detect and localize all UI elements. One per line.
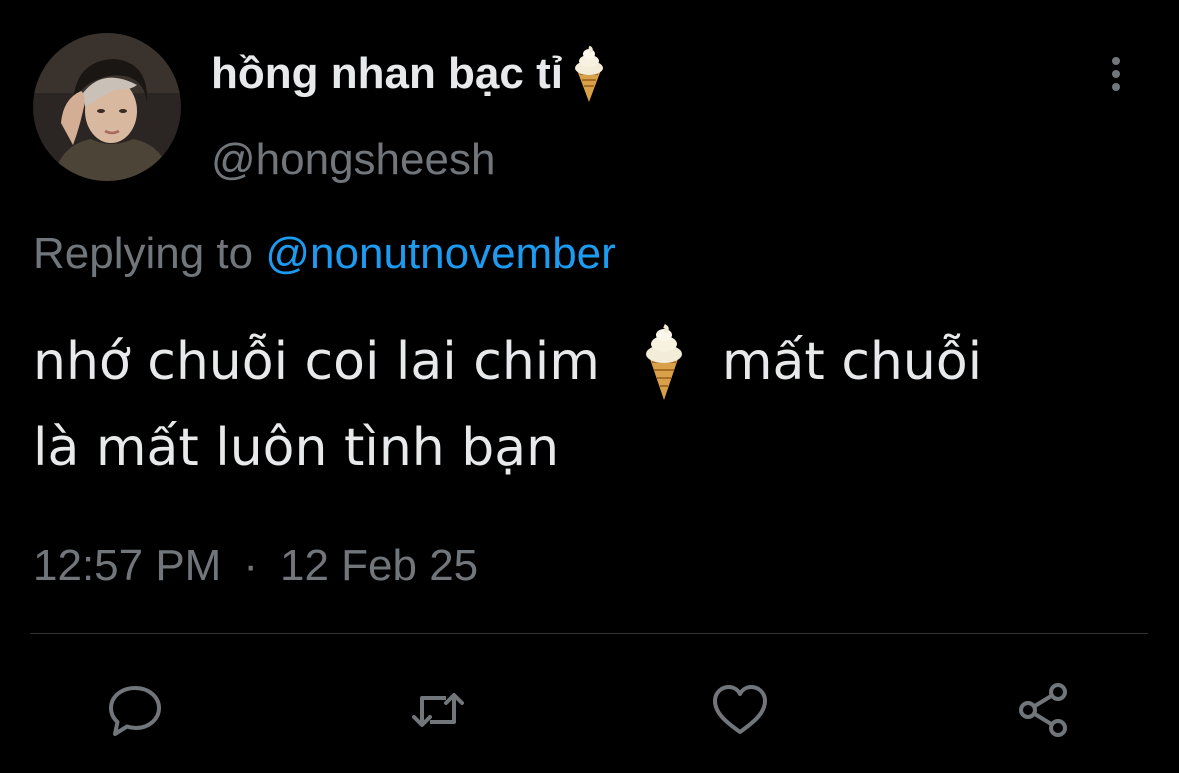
more-vertical-icon bbox=[1112, 57, 1120, 91]
tweet-timestamp[interactable]: 12:57 PM · 12 Feb 25 bbox=[33, 540, 478, 592]
replying-to-label: Replying to bbox=[33, 229, 254, 278]
like-button[interactable] bbox=[710, 680, 770, 740]
author-display-name[interactable]: hồng nhan bạc tỉ bbox=[211, 44, 611, 104]
retweet-icon bbox=[412, 693, 464, 727]
tweet-date: 12 Feb 25 bbox=[280, 541, 479, 590]
divider bbox=[30, 633, 1148, 634]
avatar[interactable] bbox=[33, 33, 181, 181]
tweet-text-line-2: là mất luôn tình bạn bbox=[33, 418, 560, 478]
reply-button[interactable] bbox=[105, 680, 165, 740]
tweet-text: nhớ chuỗi coi lai chim mất chuỗi là mất … bbox=[33, 319, 1153, 491]
display-name-text: hồng nhan bạc tỉ bbox=[211, 49, 563, 98]
share-icon bbox=[1019, 683, 1067, 737]
avatar-image bbox=[33, 33, 181, 181]
reply-mention-link[interactable]: @nonutnovember bbox=[265, 229, 615, 278]
replying-to: Replying to @nonutnovember bbox=[33, 228, 616, 280]
timestamp-separator: · bbox=[243, 541, 258, 590]
tweet-time: 12:57 PM bbox=[33, 541, 222, 590]
author-handle[interactable]: @hongsheesh bbox=[211, 134, 495, 186]
retweet-button[interactable] bbox=[408, 680, 468, 740]
share-button[interactable] bbox=[1014, 680, 1074, 740]
like-icon bbox=[713, 685, 767, 734]
soft-ice-cream-icon bbox=[567, 44, 611, 104]
tweet-text-line-1: nhớ chuỗi coi lai chim mất chuỗi bbox=[33, 319, 1153, 405]
more-options-button[interactable] bbox=[1094, 52, 1138, 96]
soft-ice-cream-icon bbox=[636, 322, 692, 402]
tweet-text-part-2: mất chuỗi bbox=[721, 332, 983, 392]
tweet-text-part-1: nhớ chuỗi coi lai chim bbox=[33, 332, 600, 392]
reply-icon bbox=[109, 686, 161, 736]
